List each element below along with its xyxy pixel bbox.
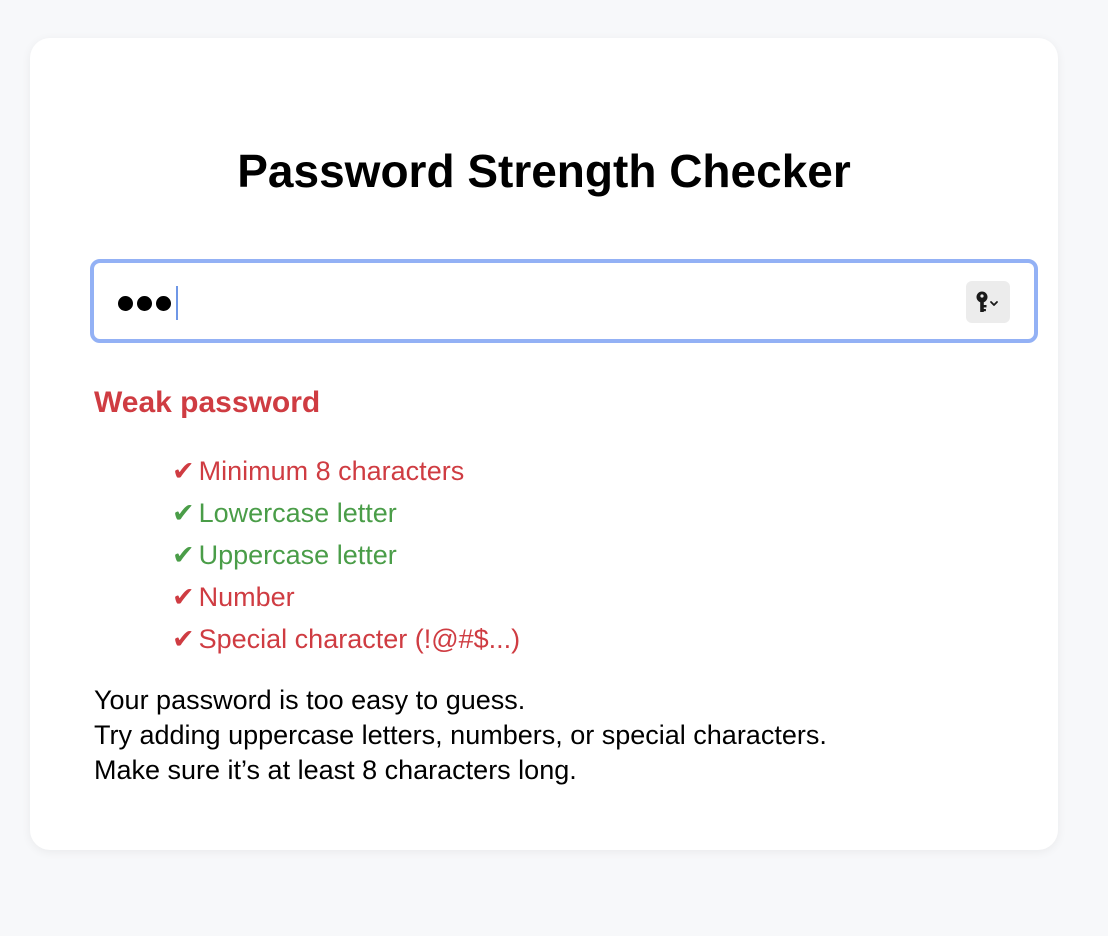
requirement-label: Minimum 8 characters (198, 456, 465, 486)
mask-dot (118, 295, 133, 311)
requirements-list: ✔ Minimum 8 characters ✔ Lowercase letter … (172, 450, 520, 660)
strength-status: Weak password (94, 386, 321, 419)
requirement-number: ✔ Number (172, 576, 520, 618)
password-mask (118, 285, 178, 321)
feedback-line: Your password is too easy to guess. (94, 685, 526, 715)
password-manager-button[interactable] (966, 281, 1010, 323)
feedback-line: Try adding uppercase letters, numbers, o… (94, 720, 827, 750)
text-caret (176, 286, 178, 320)
checkmark-icon: ✔ (172, 456, 195, 486)
requirement-label: Lowercase letter (198, 498, 397, 528)
feedback-message: Your password is too easy to guess. Try … (94, 683, 827, 788)
requirement-special: ✔ Special character (!@#$...) (172, 618, 520, 660)
mask-dot (156, 295, 171, 311)
page-title: Password Strength Checker (237, 145, 851, 197)
requirement-lowercase: ✔ Lowercase letter (172, 492, 520, 534)
checkmark-icon: ✔ (172, 540, 195, 570)
requirement-uppercase: ✔ Uppercase letter (172, 534, 520, 576)
requirement-label: Special character (!@#$...) (198, 624, 521, 654)
requirement-label: Number (198, 582, 295, 612)
requirement-label: Uppercase letter (198, 540, 397, 570)
mask-dot (137, 295, 152, 311)
password-input[interactable] (90, 259, 1038, 343)
requirement-min-length: ✔ Minimum 8 characters (172, 450, 520, 492)
checker-card: Password Strength Checker Weak password … (30, 38, 1058, 850)
checkmark-icon: ✔ (172, 498, 195, 528)
feedback-line: Make sure it’s at least 8 characters lon… (94, 755, 577, 785)
checkmark-icon: ✔ (172, 582, 195, 612)
key-icon (976, 291, 998, 312)
checkmark-icon: ✔ (172, 624, 195, 654)
